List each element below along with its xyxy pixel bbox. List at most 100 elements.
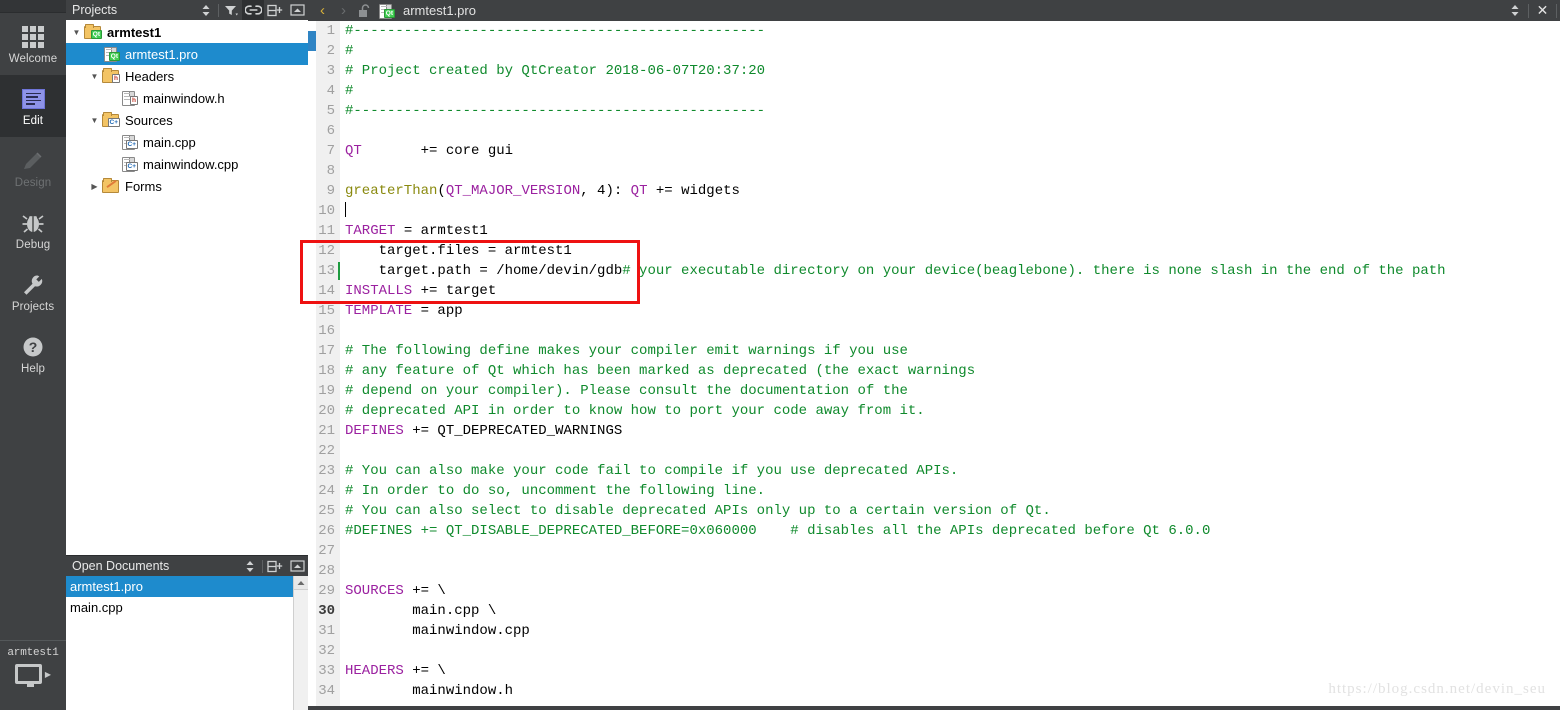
code-line[interactable] xyxy=(345,161,1560,181)
code-line[interactable]: # Project created by QtCreator 2018-06-0… xyxy=(345,61,1560,81)
code-line[interactable] xyxy=(345,321,1560,341)
code-line[interactable]: # any feature of Qt which has been marke… xyxy=(345,361,1560,381)
code-token: target.path = /home/devin/gdb xyxy=(345,263,623,279)
open-documents-list[interactable]: armtest1.pro main.cpp xyxy=(66,576,309,710)
code-line[interactable]: # deprecated API in order to know how to… xyxy=(345,401,1560,421)
tree-item-forms[interactable]: Forms xyxy=(66,175,308,197)
text-caret xyxy=(345,202,346,217)
open-document-item[interactable]: main.cpp xyxy=(66,597,293,618)
split-icon[interactable] xyxy=(264,556,286,576)
code-line[interactable]: # The following define makes your compil… xyxy=(345,341,1560,361)
close-document-icon[interactable]: ✕ xyxy=(1532,0,1553,21)
minimize-panel-icon[interactable] xyxy=(286,0,308,20)
tree-item-mainwindow-cpp[interactable]: C+ mainwindow.cpp xyxy=(66,153,308,175)
code-line[interactable]: QT += core gui xyxy=(345,141,1560,161)
code-token: TARGET xyxy=(345,223,396,239)
navigate-forward-icon[interactable]: › xyxy=(333,0,354,21)
code-line[interactable] xyxy=(345,641,1560,661)
editor-blue-marker xyxy=(308,31,316,51)
tree-item-armtest1[interactable]: Qt armtest1 xyxy=(66,21,308,43)
code-line[interactable] xyxy=(345,541,1560,561)
line-number: 29 xyxy=(318,583,335,599)
tree-item-armtest1-pro[interactable]: Qt armtest1.pro xyxy=(66,43,308,65)
code-text-area[interactable]: #---------------------------------------… xyxy=(340,21,1560,710)
open-documents-scrollbar[interactable] xyxy=(293,576,309,710)
code-line[interactable]: # depend on your compiler). Please consu… xyxy=(345,381,1560,401)
modebar-spacer xyxy=(0,0,66,13)
split-icon[interactable] xyxy=(264,0,286,20)
open-document-item[interactable]: armtest1.pro xyxy=(66,576,293,597)
tree-item-sources[interactable]: C+ Sources xyxy=(66,109,308,131)
code-line[interactable]: #DEFINES += QT_DISABLE_DEPRECATED_BEFORE… xyxy=(345,521,1560,541)
kit-selector[interactable]: armtest1 ▶ xyxy=(0,640,66,710)
code-line[interactable] xyxy=(345,121,1560,141)
code-line[interactable]: greaterThan(QT_MAJOR_VERSION, 4): QT += … xyxy=(345,181,1560,201)
question-icon: ? xyxy=(20,334,46,360)
view-selector-icon[interactable] xyxy=(195,0,217,20)
code-line[interactable]: TEMPLATE = app xyxy=(345,301,1560,321)
line-number: 24 xyxy=(318,483,335,499)
code-line[interactable]: SOURCES += \ xyxy=(345,581,1560,601)
tree-item-headers[interactable]: h Headers xyxy=(66,65,308,87)
code-line[interactable]: #---------------------------------------… xyxy=(345,101,1560,121)
code-line[interactable] xyxy=(345,561,1560,581)
chevron-down-icon[interactable] xyxy=(88,72,101,81)
code-token: # xyxy=(345,83,354,99)
chevron-down-icon[interactable] xyxy=(70,28,83,37)
code-line[interactable]: INSTALLS += target xyxy=(345,281,1560,301)
code-token: main.cpp \ xyxy=(345,603,497,619)
line-number: 23 xyxy=(318,463,335,479)
line-number: 27 xyxy=(318,543,335,559)
code-editor[interactable]: 1 2 3 4 5 6 7 8 9 10 11 12 13 14 15 16 17 18 19 20 21 22 23 24 2… xyxy=(308,21,1560,710)
scroll-up-icon[interactable] xyxy=(293,576,309,590)
mode-welcome[interactable]: Welcome xyxy=(0,13,66,75)
mode-label: Projects xyxy=(11,300,55,313)
minimize-panel-icon[interactable] xyxy=(286,556,308,576)
code-token: QT_MAJOR_VERSION xyxy=(445,183,581,199)
code-line[interactable]: target.path = /home/devin/gdb# your exec… xyxy=(345,261,1560,281)
file-type-badge: h xyxy=(112,74,120,83)
chevron-right-icon[interactable] xyxy=(88,182,101,191)
mode-debug[interactable]: Debug xyxy=(0,199,66,261)
tree-item-label: Forms xyxy=(125,178,162,194)
line-number: 18 xyxy=(318,363,335,379)
line-number: 9 xyxy=(326,183,335,199)
code-line[interactable]: DEFINES += QT_DEPRECATED_WARNINGS xyxy=(345,421,1560,441)
code-line[interactable]: # xyxy=(345,81,1560,101)
desktop-monitor-icon xyxy=(14,664,42,687)
mode-help[interactable]: ? Help xyxy=(0,323,66,385)
line-number: 4 xyxy=(326,83,335,99)
code-token: # deprecated API in order to know how to… xyxy=(345,403,925,419)
code-line[interactable]: # You can also select to disable depreca… xyxy=(345,501,1560,521)
mode-projects[interactable]: Projects xyxy=(0,261,66,323)
document-selector-icon[interactable] xyxy=(1504,0,1525,21)
line-number: 13 xyxy=(316,261,340,281)
code-line[interactable]: main.cpp \ xyxy=(345,601,1560,621)
code-line[interactable]: # You can also make your code fail to co… xyxy=(345,461,1560,481)
code-line[interactable] xyxy=(345,441,1560,461)
code-line[interactable]: #---------------------------------------… xyxy=(345,21,1560,41)
code-line[interactable] xyxy=(345,201,1560,221)
qt-badge: Qt xyxy=(383,8,395,18)
code-line[interactable]: # In order to do so, uncomment the follo… xyxy=(345,481,1560,501)
mode-design[interactable]: Design xyxy=(0,137,66,199)
code-line[interactable]: mainwindow.cpp xyxy=(345,621,1560,641)
project-tree[interactable]: Qt armtest1 Qt armtest1.pro h Headers h mainwin… xyxy=(66,20,308,555)
active-file-name[interactable]: armtest1.pro xyxy=(403,3,476,18)
link-icon[interactable] xyxy=(242,0,264,20)
tree-item-mainwindow-h[interactable]: h mainwindow.h xyxy=(66,87,308,109)
svg-text:?: ? xyxy=(29,339,38,355)
unlocked-padlock-icon[interactable] xyxy=(354,0,375,21)
mode-edit[interactable]: Edit xyxy=(0,75,66,137)
filter-icon[interactable] xyxy=(220,0,242,20)
chevron-down-icon[interactable] xyxy=(88,116,101,125)
code-line[interactable]: target.files = armtest1 xyxy=(345,241,1560,261)
tree-item-main-cpp[interactable]: C+ main.cpp xyxy=(66,131,308,153)
code-line[interactable]: TARGET = armtest1 xyxy=(345,221,1560,241)
view-selector-icon[interactable] xyxy=(239,556,261,576)
navigate-back-icon[interactable]: ‹ xyxy=(312,0,333,21)
code-line[interactable]: HEADERS += \ xyxy=(345,661,1560,681)
line-number: 14 xyxy=(318,283,335,299)
line-number: 30 xyxy=(318,603,335,619)
code-line[interactable]: # xyxy=(345,41,1560,61)
